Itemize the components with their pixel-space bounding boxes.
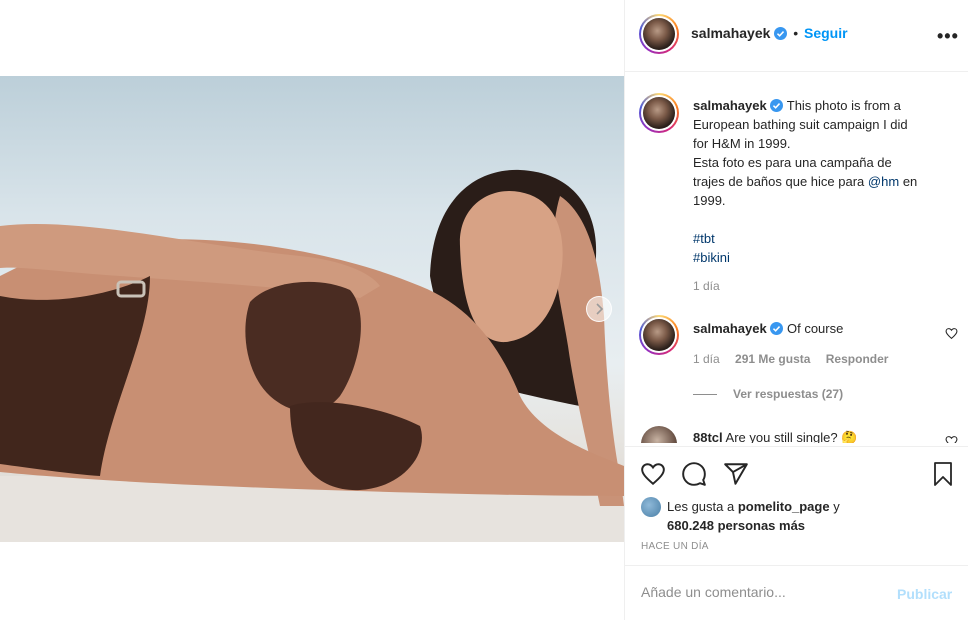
comment-text: 88tcl Are you still single? 🤔 bbox=[693, 428, 959, 443]
verified-badge-icon bbox=[774, 27, 788, 40]
photo-illustration bbox=[0, 169, 624, 542]
caption-text: salmahayek This photo is from a European… bbox=[693, 96, 959, 267]
comment-username[interactable]: 88tcl bbox=[693, 430, 723, 443]
next-photo-button[interactable] bbox=[586, 296, 612, 322]
verified-badge-icon bbox=[770, 99, 784, 112]
comment-icon[interactable] bbox=[681, 461, 707, 487]
comment-username[interactable]: salmahayek bbox=[693, 321, 767, 336]
comment-time: 1 día bbox=[693, 352, 720, 366]
comment-text: salmahayek Of course bbox=[693, 319, 959, 338]
post-photo[interactable] bbox=[0, 76, 624, 542]
media-area bbox=[0, 0, 624, 620]
replies-divider bbox=[693, 394, 717, 395]
add-comment-form: Publicar bbox=[625, 565, 968, 620]
likes-prefix: Les gusta a bbox=[667, 499, 735, 514]
hashtag-link[interactable]: #bikini bbox=[693, 250, 730, 265]
avatar[interactable] bbox=[639, 93, 679, 133]
header-user-line: salmahayek • Seguir bbox=[691, 25, 848, 41]
comment-body: Of course bbox=[786, 321, 844, 336]
caption-username[interactable]: salmahayek bbox=[693, 98, 767, 113]
header-username[interactable]: salmahayek bbox=[691, 25, 770, 41]
comment-body: Are you still single? 🤔 bbox=[725, 430, 858, 443]
comment-like-heart-icon[interactable] bbox=[945, 327, 958, 340]
comments-list: salmahayek This photo is from a European… bbox=[625, 73, 968, 443]
instagram-post-modal: salmahayek • Seguir ••• salmahayek This … bbox=[0, 0, 968, 620]
heart-icon[interactable] bbox=[640, 461, 666, 487]
caption-line: Esta foto es para una campaña de bbox=[693, 155, 892, 170]
caption-line: This photo is from a bbox=[786, 98, 901, 113]
publish-button[interactable]: Publicar bbox=[897, 586, 952, 602]
reply-button[interactable]: Responder bbox=[826, 352, 889, 366]
caption-line: trajes de baños que hice para bbox=[693, 174, 865, 189]
caption-line: for H&M in 1999. bbox=[693, 136, 791, 151]
comment-like-heart-icon[interactable] bbox=[945, 435, 958, 443]
caption-line: European bathing suit campaign I did bbox=[693, 117, 908, 132]
avatar[interactable] bbox=[639, 14, 679, 54]
likes-summary: Les gusta a pomelito_page y 680.248 pers… bbox=[641, 497, 840, 535]
share-icon[interactable] bbox=[723, 461, 749, 487]
view-replies-button[interactable]: Ver respuestas (27) bbox=[733, 387, 843, 401]
hashtag-link[interactable]: #tbt bbox=[693, 231, 715, 246]
avatar[interactable] bbox=[639, 315, 679, 355]
caption-line: en bbox=[902, 174, 918, 189]
liker-username[interactable]: pomelito_page bbox=[738, 499, 830, 514]
post-header: salmahayek • Seguir ••• bbox=[625, 0, 968, 72]
liker-avatar[interactable] bbox=[641, 497, 661, 517]
likes-conj: y bbox=[833, 499, 840, 514]
comment-likes[interactable]: 291 Me gusta bbox=[735, 352, 810, 366]
caption-time: 1 día bbox=[693, 279, 720, 293]
more-options-icon[interactable]: ••• bbox=[937, 26, 959, 47]
comment-meta: 1 día 291 Me gusta Responder bbox=[693, 352, 888, 366]
likes-count[interactable]: 680.248 personas más bbox=[667, 518, 805, 533]
post-actions: Les gusta a pomelito_page y 680.248 pers… bbox=[625, 446, 968, 620]
header-dot: • bbox=[793, 25, 799, 41]
verified-badge-icon bbox=[770, 322, 784, 335]
follow-button[interactable]: Seguir bbox=[804, 25, 848, 41]
post-date: HACE UN DÍA bbox=[641, 541, 709, 552]
chevron-right-icon bbox=[596, 303, 604, 315]
post-details-panel: salmahayek • Seguir ••• salmahayek This … bbox=[624, 0, 968, 620]
bookmark-icon[interactable] bbox=[931, 461, 955, 487]
avatar[interactable] bbox=[641, 426, 677, 443]
comment-input[interactable] bbox=[641, 584, 881, 600]
caption-line: 1999. bbox=[693, 193, 726, 208]
mention-link[interactable]: @hm bbox=[868, 174, 899, 189]
